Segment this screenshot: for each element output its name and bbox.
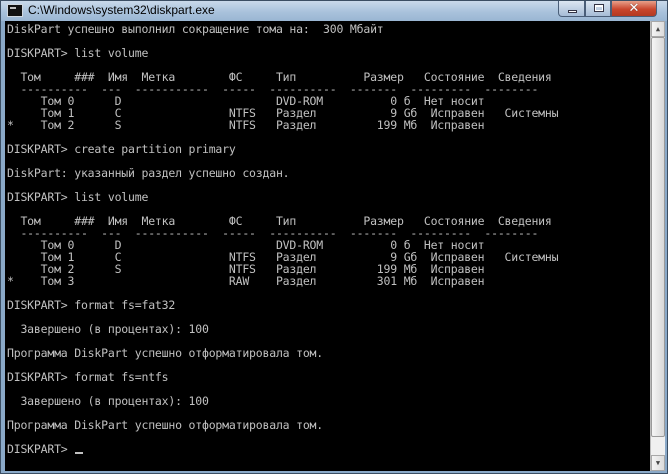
minimize-button[interactable] <box>558 1 585 17</box>
text-cursor <box>75 452 84 454</box>
close-button[interactable]: ✕ <box>611 1 657 17</box>
console-output[interactable]: DiskPart успешно выполнил сокращение том… <box>5 21 650 471</box>
maximize-icon <box>594 4 604 12</box>
console-line: Завершено (в процентах): 100 <box>7 322 209 336</box>
console-lines: DiskPart успешно выполнил сокращение том… <box>7 22 559 455</box>
console-line: * Том 2 S NTFS Раздел 199 Мб Исправен <box>7 118 485 132</box>
title-bar[interactable]: C:\Windows\system32\diskpart.exe ✕ <box>1 1 667 21</box>
minimize-icon <box>568 10 577 13</box>
window-title: C:\Windows\system32\diskpart.exe <box>28 3 215 17</box>
console-line: Программа DiskPart успешно отформатирова… <box>7 418 324 432</box>
console-line: Завершено (в процентах): 100 <box>7 394 209 408</box>
console-app-icon <box>7 4 23 17</box>
scroll-down-arrow-icon[interactable]: ▼ <box>651 455 665 471</box>
console-line: * Том 3 RAW Раздел 301 Мб Исправен <box>7 274 485 288</box>
console-line: DISKPART> format fs=fat32 <box>7 298 176 312</box>
console-line: DISKPART> format fs=ntfs <box>7 370 169 384</box>
console-line: DISKPART> <box>7 443 558 455</box>
console-line: Программа DiskPart успешно отформатирова… <box>7 346 324 360</box>
console-line: DiskPart успешно выполнил сокращение том… <box>7 22 384 36</box>
scrollbar-thumb[interactable] <box>651 37 665 437</box>
close-icon: ✕ <box>628 1 640 16</box>
console-line: DISKPART> list volume <box>7 46 149 60</box>
vertical-scrollbar[interactable]: ▲ ▼ <box>650 21 665 471</box>
scroll-up-arrow-icon[interactable]: ▲ <box>651 21 665 37</box>
console-line: DISKPART> create partition primary <box>7 142 236 156</box>
maximize-button[interactable] <box>585 1 611 17</box>
console-line: DiskPart: указанный раздел успешно созда… <box>7 166 290 180</box>
console-line: DISKPART> list volume <box>7 190 149 204</box>
console-window: C:\Windows\system32\diskpart.exe ✕ DiskP… <box>0 0 668 474</box>
